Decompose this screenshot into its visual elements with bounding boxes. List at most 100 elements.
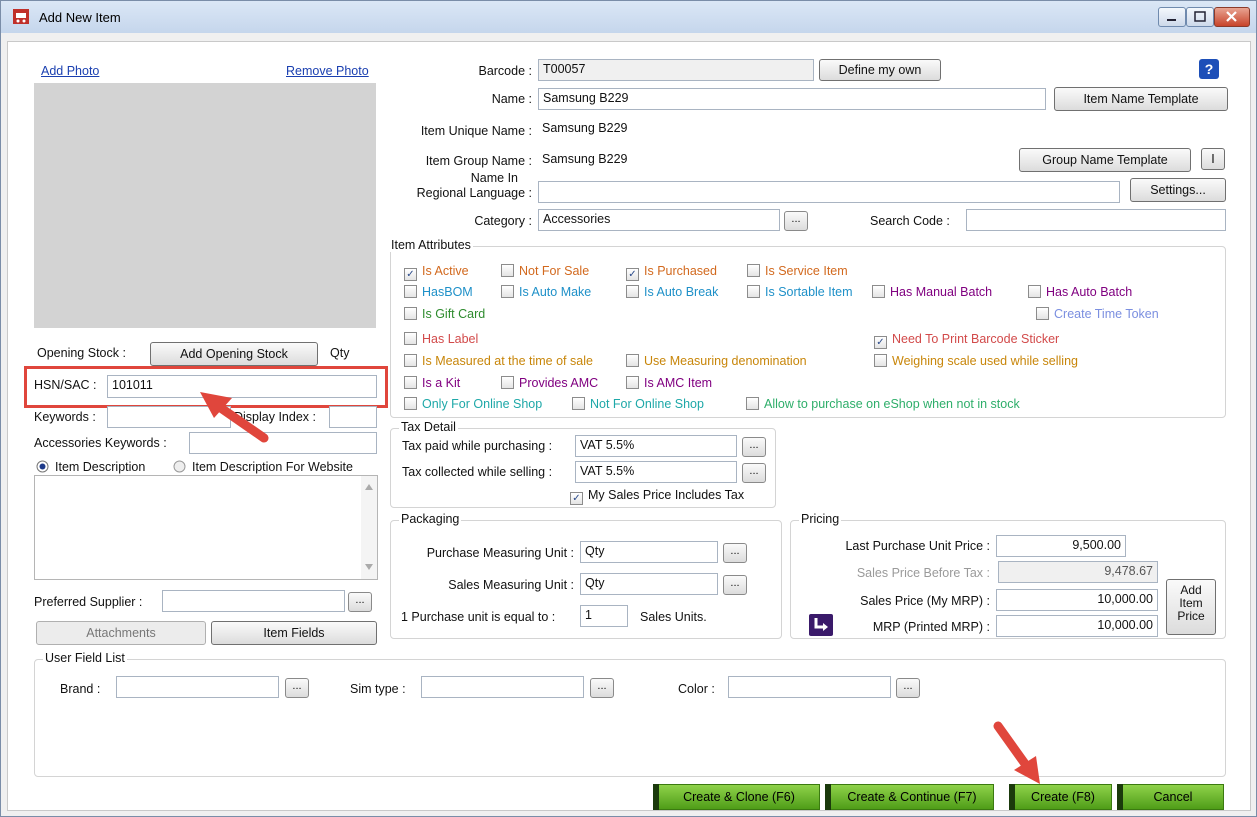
create-continue-button[interactable]: Create & Continue (F7) xyxy=(825,784,994,810)
add-photo-link[interactable]: Add Photo xyxy=(41,64,99,78)
attribute-checkbox[interactable]: Is Measured at the time of sale xyxy=(404,354,593,368)
attribute-checkbox[interactable]: Use Measuring denomination xyxy=(626,354,807,368)
define-own-button[interactable]: Define my own xyxy=(819,59,941,81)
add-item-price-button[interactable]: Add Item Price xyxy=(1166,579,1216,635)
attribute-checkbox[interactable]: Has Label xyxy=(404,332,478,346)
tax-paid-input[interactable]: VAT 5.5% xyxy=(575,435,737,457)
sim-type-input[interactable] xyxy=(421,676,584,698)
sales-price-input[interactable]: 10,000.00 xyxy=(996,589,1158,611)
attribute-checkbox[interactable]: HasBOM xyxy=(404,285,473,299)
unique-name-label: Item Unique Name : xyxy=(420,124,532,138)
attribute-label: HasBOM xyxy=(422,285,473,299)
close-icon xyxy=(1226,11,1237,22)
checkbox-empty-icon xyxy=(404,397,417,410)
attribute-checkbox[interactable]: ✓ Need To Print Barcode Sticker xyxy=(874,332,1059,349)
color-input[interactable] xyxy=(728,676,891,698)
add-opening-stock-button[interactable]: Add Opening Stock xyxy=(150,342,318,366)
attribute-checkbox[interactable]: Is Service Item xyxy=(747,264,848,278)
item-description-radio[interactable]: Item Description xyxy=(36,460,145,474)
attribute-checkbox[interactable]: Has Auto Batch xyxy=(1028,285,1132,299)
attribute-checkbox[interactable]: Is Sortable Item xyxy=(747,285,853,299)
attribute-checkbox[interactable]: Is a Kit xyxy=(404,376,460,390)
help-icon[interactable]: ? xyxy=(1199,59,1219,79)
mrp-input[interactable]: 10,000.00 xyxy=(996,615,1158,637)
item-fields-button[interactable]: Item Fields xyxy=(211,621,377,645)
attribute-checkbox[interactable]: Allow to purchase on eShop when not in s… xyxy=(746,397,1020,411)
attribute-checkbox[interactable]: Only For Online Shop xyxy=(404,397,542,411)
attribute-checkbox[interactable]: ✓ Is Purchased xyxy=(626,264,717,281)
checkmark-icon: ✓ xyxy=(404,268,417,281)
attribute-checkbox[interactable]: Is AMC Item xyxy=(626,376,712,390)
attribute-label: Is Service Item xyxy=(765,264,848,278)
display-index-input[interactable] xyxy=(329,406,377,428)
cancel-button[interactable]: Cancel xyxy=(1117,784,1224,810)
attribute-checkbox[interactable]: Not For Sale xyxy=(501,264,589,278)
regional-label-line1: Name In xyxy=(470,171,518,185)
description-scrollbar[interactable] xyxy=(361,476,377,579)
attribute-label: Not For Sale xyxy=(519,264,590,278)
regional-label-line2: Regional Language : xyxy=(416,186,532,200)
accessories-keywords-label: Accessories Keywords : xyxy=(34,436,167,450)
attribute-label: Not For Online Shop xyxy=(590,397,704,411)
remove-photo-link[interactable]: Remove Photo xyxy=(286,64,369,78)
unit-conversion-suffix: Sales Units. xyxy=(640,610,707,624)
tax-collected-input[interactable]: VAT 5.5% xyxy=(575,461,737,483)
search-code-input[interactable] xyxy=(966,209,1226,231)
sales-price-includes-tax-checkbox[interactable]: ✓ My Sales Price Includes Tax xyxy=(570,488,744,505)
sales-unit-input[interactable]: Qty xyxy=(580,573,718,595)
attribute-label: Is AMC Item xyxy=(644,376,713,390)
attribute-checkbox[interactable]: Weighing scale used while selling xyxy=(874,354,1078,368)
tax-collected-browse-button[interactable]: ... xyxy=(742,463,766,483)
window-title: Add New Item xyxy=(39,10,121,25)
photo-area[interactable] xyxy=(34,83,376,328)
title-bar: Add New Item xyxy=(1,1,1256,33)
category-input[interactable]: Accessories xyxy=(538,209,780,231)
color-browse-button[interactable]: ... xyxy=(896,678,920,698)
sim-type-label: Sim type : xyxy=(350,682,406,696)
opening-stock-label: Opening Stock : xyxy=(37,346,126,360)
brand-input[interactable] xyxy=(116,676,279,698)
attribute-checkbox[interactable]: Is Auto Break xyxy=(626,285,718,299)
purchase-unit-browse-button[interactable]: ... xyxy=(723,543,747,563)
brand-browse-button[interactable]: ... xyxy=(285,678,309,698)
attachments-button[interactable]: Attachments xyxy=(36,621,206,645)
create-clone-button[interactable]: Create & Clone (F6) xyxy=(653,784,820,810)
checkbox-empty-icon xyxy=(501,376,514,389)
attribute-label: Is Gift Card xyxy=(422,307,486,321)
attribute-checkbox[interactable]: Create Time Token xyxy=(1036,307,1159,321)
tax-paid-browse-button[interactable]: ... xyxy=(742,437,766,457)
group-name-template-button[interactable]: Group Name Template xyxy=(1019,148,1191,172)
close-button[interactable] xyxy=(1214,7,1250,27)
attribute-checkbox[interactable]: Is Auto Make xyxy=(501,285,591,299)
name-input[interactable]: Samsung B229 xyxy=(538,88,1046,110)
group-info-button[interactable]: I xyxy=(1201,148,1225,170)
settings-button[interactable]: Settings... xyxy=(1130,178,1226,202)
add-item-price-line3: Price xyxy=(1177,609,1205,623)
item-name-template-button[interactable]: Item Name Template xyxy=(1054,87,1228,111)
attribute-label: Is Auto Break xyxy=(644,285,719,299)
purchase-unit-input[interactable]: Qty xyxy=(580,541,718,563)
attribute-checkbox[interactable]: Is Gift Card xyxy=(404,307,485,321)
sales-price-label: Sales Price (My MRP) : xyxy=(860,594,990,608)
sales-unit-browse-button[interactable]: ... xyxy=(723,575,747,595)
mrp-label: MRP (Printed MRP) : xyxy=(872,620,990,634)
sales-price-before-tax-input[interactable]: 9,478.67 xyxy=(998,561,1158,583)
barcode-input[interactable]: T00057 xyxy=(538,59,814,81)
description-textarea[interactable] xyxy=(34,475,378,580)
item-description-website-radio[interactable]: Item Description For Website xyxy=(173,460,353,474)
sim-type-browse-button[interactable]: ... xyxy=(590,678,614,698)
minimize-button[interactable] xyxy=(1158,7,1186,27)
unit-conversion-input[interactable]: 1 xyxy=(580,605,628,627)
tax-detail-title: Tax Detail xyxy=(399,420,458,434)
preferred-supplier-input[interactable] xyxy=(162,590,345,612)
attribute-checkbox[interactable]: ✓ Is Active xyxy=(404,264,469,281)
category-browse-button[interactable]: ... xyxy=(784,211,808,231)
attribute-checkbox[interactable]: Has Manual Batch xyxy=(872,285,992,299)
supplier-browse-button[interactable]: ... xyxy=(348,592,372,612)
checkmark-icon: ✓ xyxy=(570,492,583,505)
attribute-checkbox[interactable]: Provides AMC xyxy=(501,376,598,390)
maximize-button[interactable] xyxy=(1186,7,1214,27)
attribute-checkbox[interactable]: Not For Online Shop xyxy=(572,397,704,411)
last-purchase-price-input[interactable]: 9,500.00 xyxy=(996,535,1126,557)
regional-name-input[interactable] xyxy=(538,181,1120,203)
